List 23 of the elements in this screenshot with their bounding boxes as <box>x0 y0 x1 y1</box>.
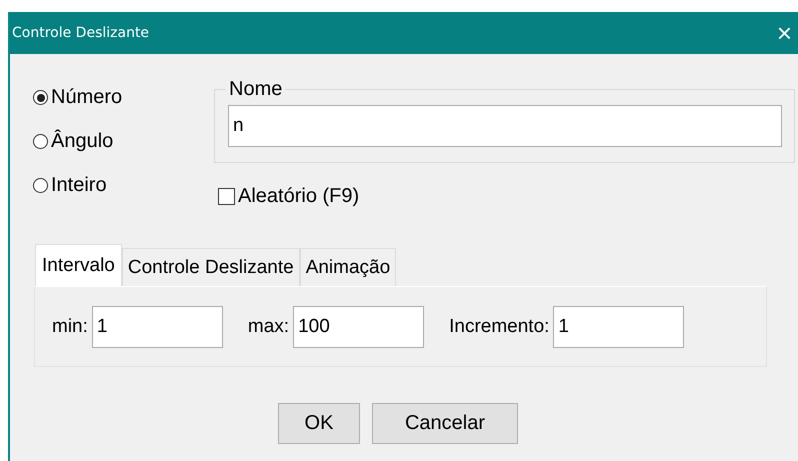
radio-button[interactable] <box>33 90 48 105</box>
close-button[interactable]: × <box>770 20 798 46</box>
tab[interactable]: Controle Deslizante <box>122 248 300 286</box>
input-field[interactable]: 1 <box>553 306 684 348</box>
radio-label: Ângulo <box>51 130 114 153</box>
checkbox[interactable] <box>218 188 235 205</box>
ok-button[interactable]: OK <box>278 403 360 444</box>
name-field[interactable]: n <box>228 105 782 147</box>
tab[interactable]: Intervalo <box>35 244 122 286</box>
radio-label: Número <box>51 86 122 109</box>
cancel-button[interactable]: Cancelar <box>372 403 518 444</box>
input-field[interactable]: 1 <box>92 306 223 348</box>
radio-label: Inteiro <box>51 174 107 197</box>
window-title: Controle Deslizante <box>12 25 150 41</box>
checkbox-label: Aleatório (F9) <box>238 185 360 208</box>
tab[interactable]: Animação <box>300 248 396 286</box>
radio-button[interactable] <box>33 134 48 149</box>
field-label: max: <box>248 316 290 338</box>
field-label: Incremento: <box>449 316 550 338</box>
radio-button[interactable] <box>33 178 48 193</box>
group-legend: Nome <box>226 78 286 101</box>
input-field[interactable]: 100 <box>293 306 424 348</box>
field-label: min: <box>52 316 88 338</box>
